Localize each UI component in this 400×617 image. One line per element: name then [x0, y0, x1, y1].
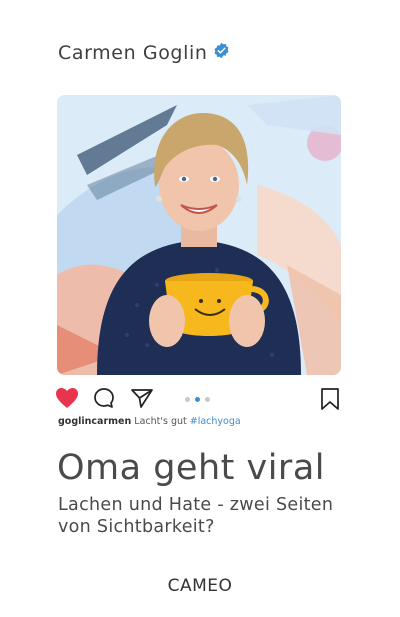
post-actions-bar	[55, 387, 345, 413]
comment-icon[interactable]	[93, 387, 115, 413]
share-icon[interactable]	[130, 387, 154, 413]
carousel-dot-active	[195, 397, 200, 402]
author-name: Carmen Goglin	[58, 42, 208, 64]
caption-text: Lacht's gut	[134, 416, 187, 427]
book-subtitle: Lachen und Hate - zwei Seiten von Sichtb…	[58, 494, 333, 538]
bookmark-icon[interactable]	[320, 387, 340, 415]
carousel-dot	[205, 397, 210, 402]
caption-hashtag[interactable]: #lachyoga	[190, 416, 241, 427]
author-header: Carmen Goglin	[58, 42, 230, 64]
post-caption: goglincarmen Lacht's gut #lachyoga	[58, 416, 241, 427]
carousel-dot	[185, 397, 190, 402]
carousel-indicator	[185, 397, 210, 402]
caption-username[interactable]: goglincarmen	[58, 416, 131, 427]
subtitle-line-1: Lachen und Hate - zwei Seiten	[58, 495, 334, 515]
book-title: Oma geht viral	[57, 448, 325, 488]
publisher-logo: CAMEO	[167, 576, 233, 596]
heart-icon[interactable]	[55, 387, 79, 413]
subtitle-line-2: von Sichtbarkeit?	[58, 517, 215, 537]
verified-badge-icon	[213, 42, 230, 59]
post-photo	[57, 95, 341, 375]
